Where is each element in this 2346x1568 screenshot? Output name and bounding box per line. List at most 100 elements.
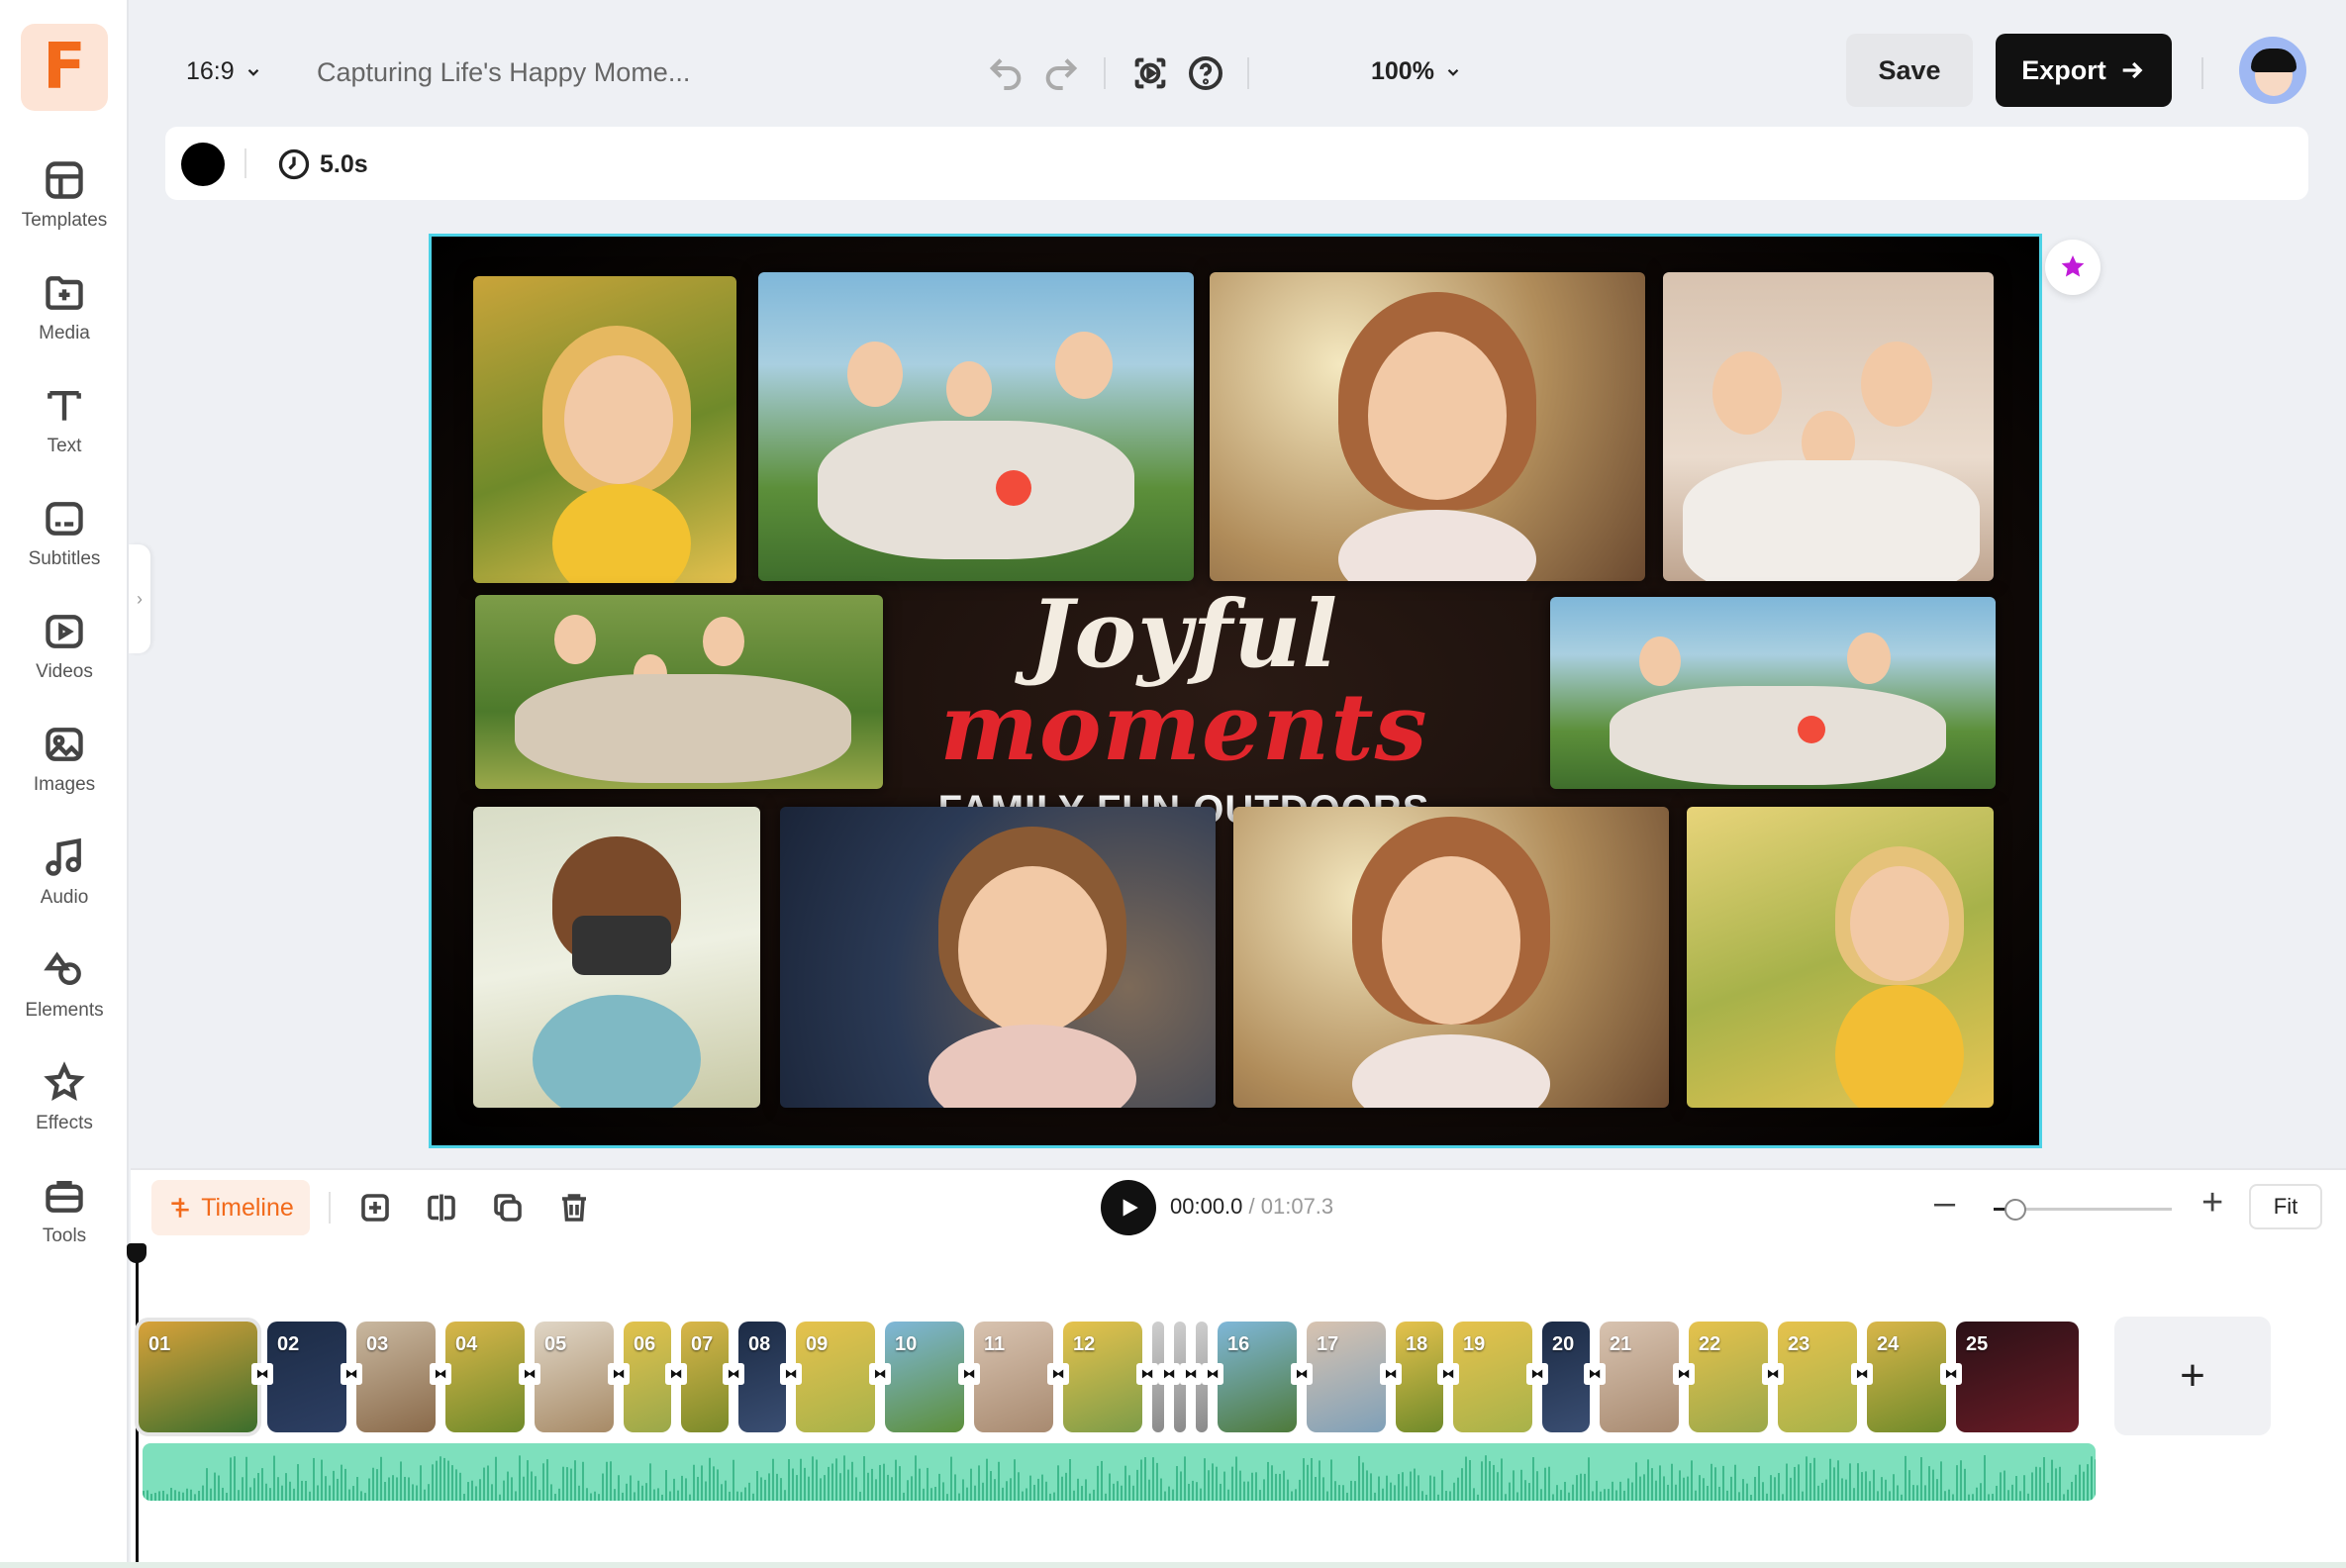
export-button[interactable]: Export [1996, 34, 2172, 107]
save-button[interactable]: Save [1846, 34, 1973, 107]
timeline-clip[interactable]: 24 [1867, 1322, 1946, 1432]
sidebar-collapse-handle[interactable]: › [129, 544, 150, 653]
sidebar-item-effects[interactable]: Effects [0, 1061, 129, 1160]
timeline-clip[interactable]: 11 [974, 1322, 1053, 1432]
photo-curly-girl-2[interactable] [1233, 807, 1669, 1108]
transition-icon[interactable]: ⧓ [608, 1363, 630, 1385]
aspect-ratio-select[interactable]: 16:9 [186, 57, 262, 86]
transition-icon[interactable]: ⧓ [780, 1363, 802, 1385]
play-button[interactable] [1101, 1180, 1156, 1235]
photo-family-indoor[interactable] [1663, 272, 1994, 581]
waveform-bar [566, 1467, 568, 1501]
transition-icon[interactable]: ⧓ [1673, 1363, 1695, 1385]
timeline-clip[interactable]: 10 [885, 1322, 964, 1432]
sidebar-item-audio[interactable]: Audio [0, 835, 129, 934]
split-button[interactable] [420, 1186, 463, 1229]
transition-icon[interactable]: ⧓ [958, 1363, 980, 1385]
waveform-bar [2031, 1472, 2033, 1501]
timeline-clip[interactable]: 09 [796, 1322, 875, 1432]
transition-icon[interactable]: ⧓ [251, 1363, 273, 1385]
audio-track[interactable] [143, 1443, 2096, 1501]
transition-icon[interactable]: ⧓ [1584, 1363, 1606, 1385]
timeline-clip[interactable]: 04 [445, 1322, 525, 1432]
redo-button[interactable] [1037, 49, 1085, 97]
fit-button[interactable]: Fit [2249, 1184, 2322, 1229]
timeline-clip[interactable]: 21 [1600, 1322, 1679, 1432]
sidebar-item-text[interactable]: Text [0, 384, 129, 483]
sidebar-item-images[interactable]: Images [0, 723, 129, 822]
project-title[interactable]: Capturing Life's Happy Mome... [317, 57, 733, 88]
transition-icon[interactable]: ⧓ [430, 1363, 451, 1385]
timeline-clip[interactable]: 12 [1063, 1322, 1142, 1432]
timeline-clip[interactable]: 20 [1542, 1322, 1590, 1432]
timeline-clip[interactable]: 06 [624, 1322, 671, 1432]
timeline-clip[interactable]: 01 [135, 1318, 261, 1436]
timeline-clip[interactable]: 19 [1453, 1322, 1532, 1432]
timeline-tab[interactable]: Timeline [151, 1180, 310, 1235]
transition-icon[interactable]: ⧓ [1380, 1363, 1402, 1385]
zoom-select[interactable]: 100% [1371, 57, 1462, 86]
photo-girl-scarf[interactable] [780, 807, 1216, 1108]
add-scene-button[interactable]: + [2114, 1317, 2271, 1435]
photo-girl-garden[interactable] [1687, 807, 1994, 1108]
transition-icon[interactable]: ⧓ [665, 1363, 687, 1385]
timeline-clip[interactable]: 07 [681, 1322, 729, 1432]
transition-icon[interactable]: ⧓ [1047, 1363, 1069, 1385]
timeline-clip[interactable]: 22 [1689, 1322, 1768, 1432]
help-button[interactable] [1182, 49, 1229, 97]
playhead-handle[interactable] [127, 1243, 147, 1263]
photo-girl-yellow-flowers[interactable] [473, 276, 736, 583]
transition-icon[interactable]: ⧓ [1158, 1363, 1180, 1385]
timeline-clip[interactable]: 17 [1307, 1322, 1386, 1432]
timeline-clip[interactable]: 25 [1956, 1322, 2079, 1432]
app-logo[interactable]: F [21, 24, 108, 111]
sidebar-item-elements[interactable]: Elements [0, 948, 129, 1047]
background-color-swatch[interactable] [181, 143, 225, 186]
transition-icon[interactable]: ⧓ [1762, 1363, 1784, 1385]
transition-icon[interactable]: ⧓ [1180, 1363, 1202, 1385]
timeline-clip[interactable]: 05 [535, 1322, 614, 1432]
zoom-in-button[interactable]: + [2201, 1184, 2223, 1222]
duration-control[interactable]: 5.0s [276, 147, 368, 182]
timeline-zoom-slider[interactable] [1994, 1199, 2172, 1221]
zoom-slider-knob[interactable] [2004, 1199, 2026, 1221]
clip-number: 19 [1463, 1333, 1486, 1355]
photo-curly-girl-smiling[interactable] [1210, 272, 1645, 581]
transition-icon[interactable]: ⧓ [1202, 1363, 1223, 1385]
transition-icon[interactable]: ⧓ [1851, 1363, 1873, 1385]
timeline-clip[interactable]: 03 [356, 1322, 436, 1432]
transition-icon[interactable]: ⧓ [723, 1363, 744, 1385]
sidebar-item-tools[interactable]: Tools [0, 1174, 129, 1273]
transition-icon[interactable]: ⧓ [1526, 1363, 1548, 1385]
transition-icon[interactable]: ⧓ [1940, 1363, 1962, 1385]
avatar[interactable] [2239, 37, 2306, 104]
undo-button[interactable] [982, 49, 1029, 97]
timeline-clip[interactable]: 08 [738, 1322, 786, 1432]
duplicate-button[interactable] [486, 1186, 530, 1229]
sidebar-item-templates[interactable]: Templates [0, 158, 129, 257]
sidebar-item-videos[interactable]: Videos [0, 610, 129, 709]
transition-icon[interactable]: ⧓ [1136, 1363, 1158, 1385]
photo-family-picnic-2[interactable] [1550, 597, 1996, 789]
magic-effect-button[interactable] [2045, 240, 2101, 295]
timeline-clip[interactable]: 02 [267, 1322, 346, 1432]
photo-family-picnic[interactable] [758, 272, 1194, 581]
timeline-clip[interactable]: 16 [1218, 1322, 1297, 1432]
sidebar-item-media[interactable]: Media [0, 271, 129, 370]
transition-icon[interactable]: ⧓ [519, 1363, 540, 1385]
sidebar-item-subtitles[interactable]: Subtitles [0, 497, 129, 596]
preview-button[interactable] [1126, 49, 1174, 97]
video-canvas[interactable]: Joyful moments FAMILY FUN OUTDOORS [429, 234, 2042, 1148]
photo-family-sitting-grass[interactable] [475, 595, 883, 789]
zoom-out-button[interactable]: – [1934, 1184, 1955, 1222]
timeline-clip[interactable]: 23 [1778, 1322, 1857, 1432]
delete-button[interactable] [552, 1186, 596, 1229]
transition-icon[interactable]: ⧓ [1291, 1363, 1313, 1385]
photo-girl-camera[interactable] [473, 807, 760, 1108]
transition-icon[interactable]: ⧓ [869, 1363, 891, 1385]
transition-icon[interactable]: ⧓ [341, 1363, 362, 1385]
timeline-clip[interactable]: 18 [1396, 1322, 1443, 1432]
transition-icon[interactable]: ⧓ [1437, 1363, 1459, 1385]
title-text-block[interactable]: Joyful moments FAMILY FUN OUTDOORS [887, 588, 1481, 832]
add-clip-button[interactable] [353, 1186, 397, 1229]
